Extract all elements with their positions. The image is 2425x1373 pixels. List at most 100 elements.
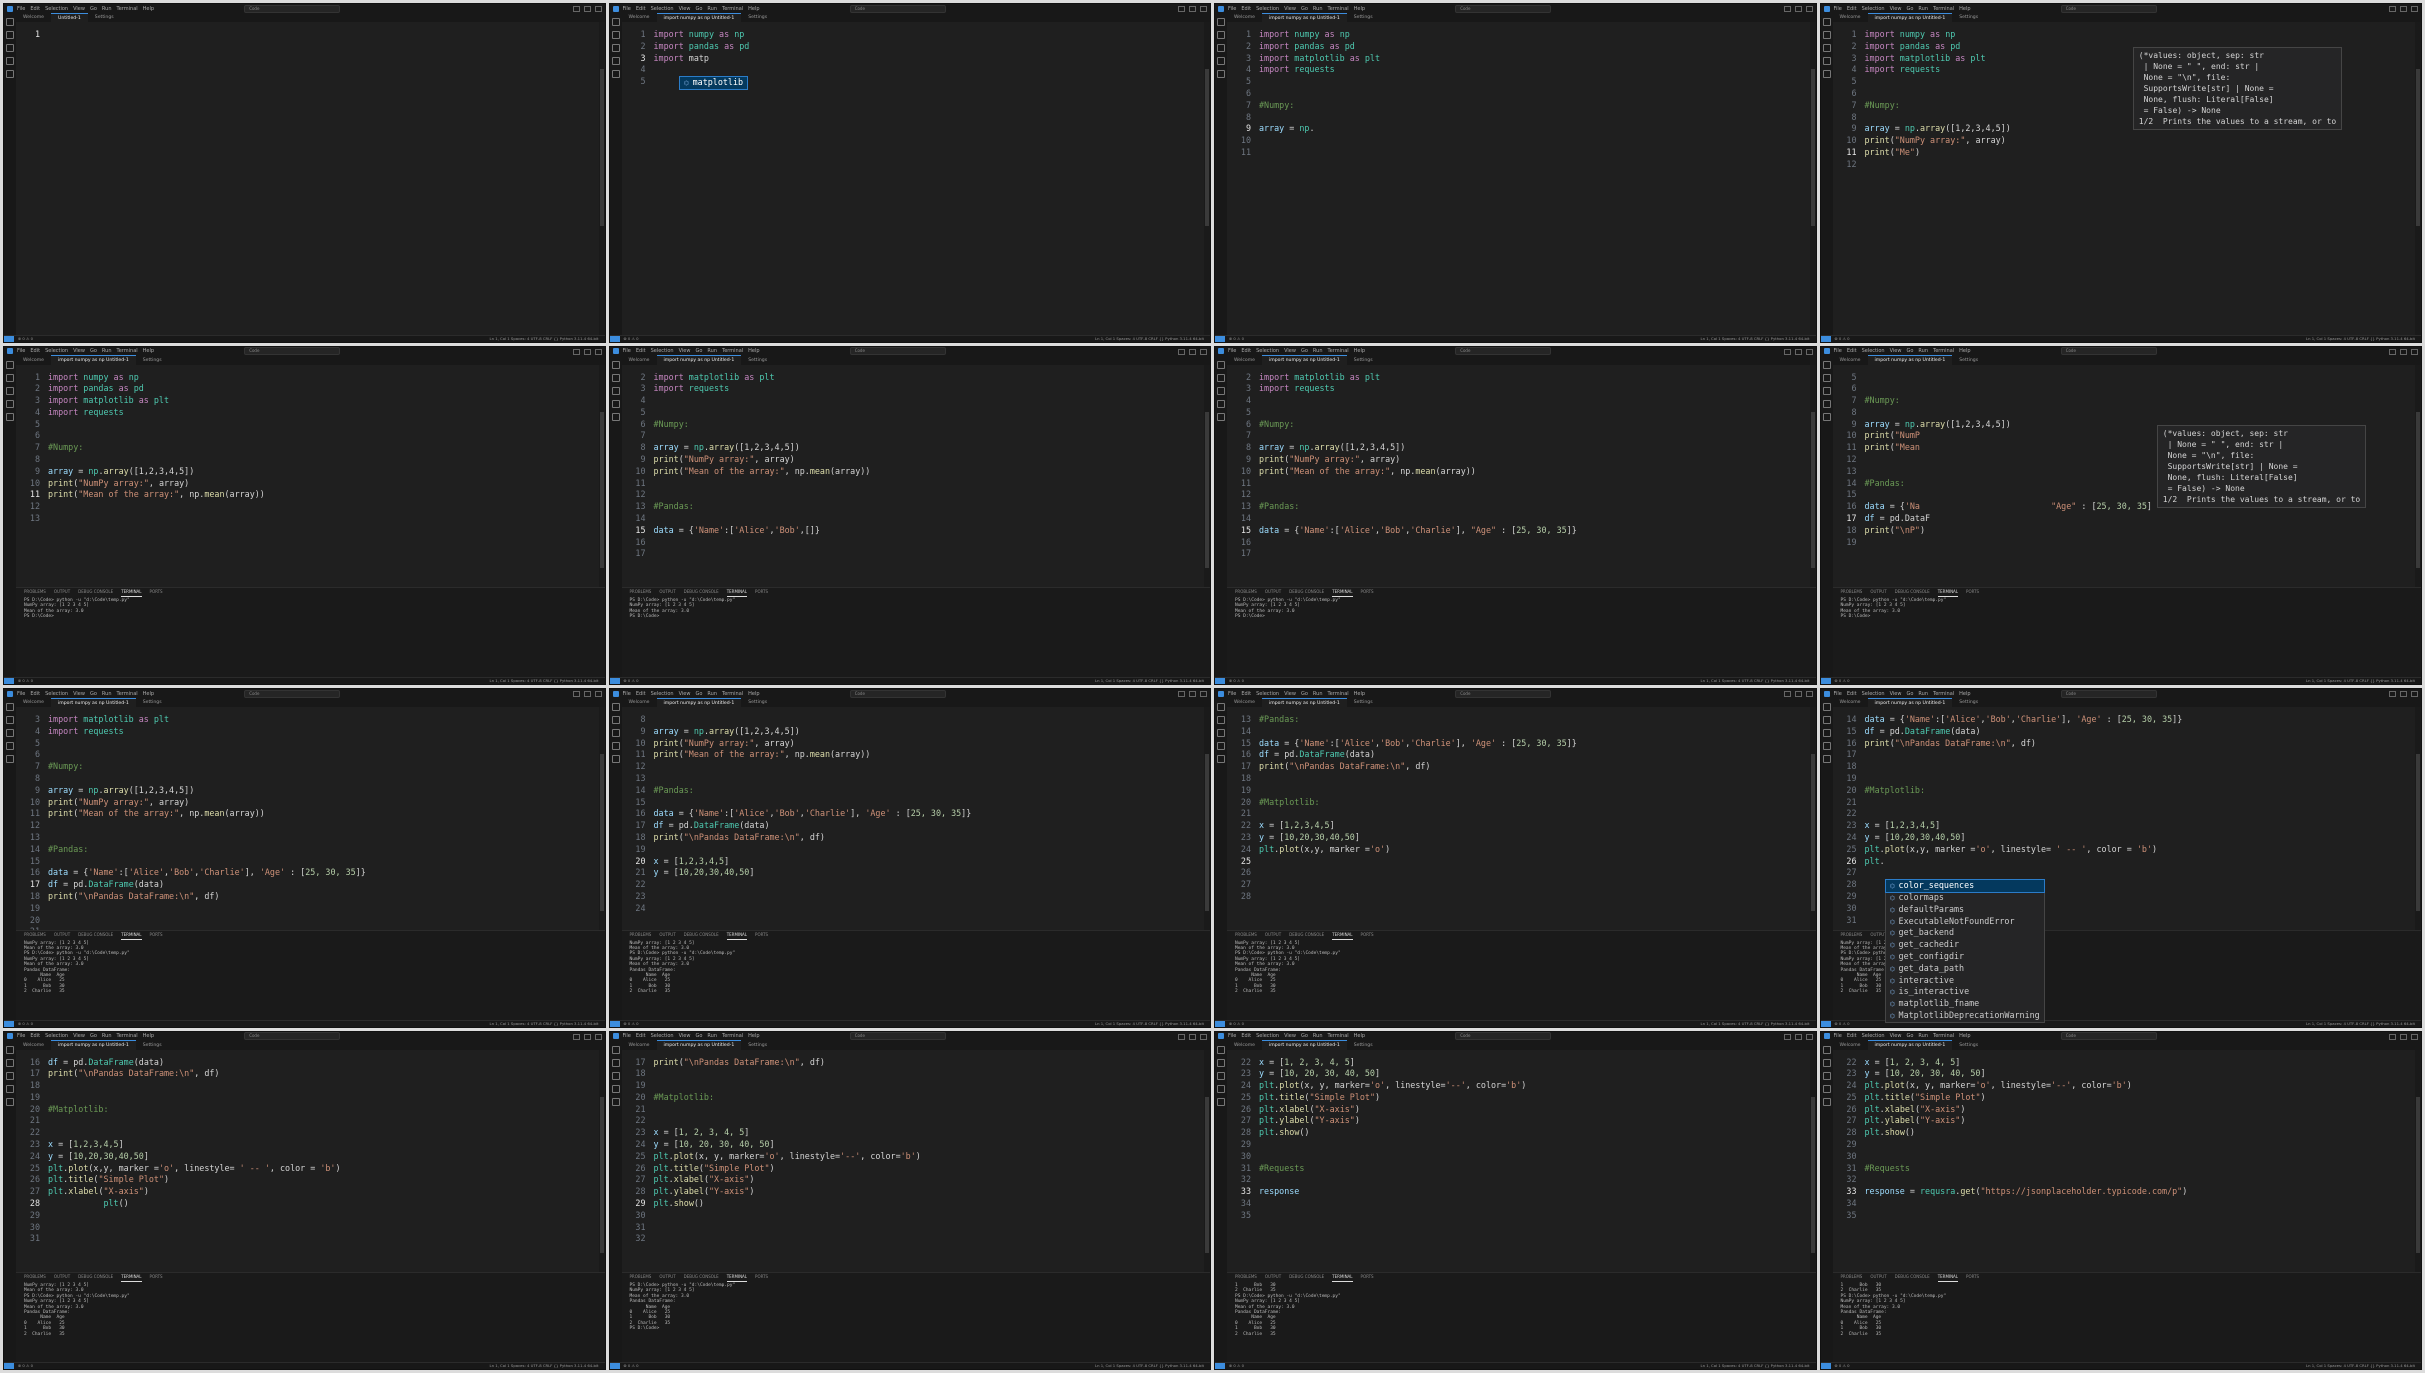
search-icon[interactable] [1217, 31, 1225, 39]
maximize-icon[interactable] [2400, 6, 2407, 12]
menu-item[interactable]: Go [1301, 1033, 1308, 1039]
editor-tab[interactable]: Welcome [16, 356, 51, 365]
editor-tab[interactable]: Settings [741, 1041, 774, 1050]
editor-tab[interactable]: Welcome [1833, 698, 1868, 707]
run-debug-icon[interactable] [6, 399, 14, 408]
suggestion-item[interactable]: get_cachedir [1886, 939, 2044, 951]
editor-tab[interactable]: Settings [136, 698, 169, 707]
menu-item[interactable]: Help [143, 6, 154, 12]
menu-item[interactable]: Edit [30, 1033, 40, 1039]
editor-tab[interactable]: import numpy as np Untitled-1 [656, 1040, 742, 1050]
menu-item[interactable]: Edit [30, 691, 40, 697]
menu-item[interactable]: Terminal [1328, 691, 1349, 697]
extensions-icon[interactable] [611, 70, 620, 78]
remote-indicator-icon[interactable] [609, 1363, 620, 1369]
panel-tab[interactable]: DEBUG CONSOLE [78, 932, 113, 940]
panel-tab[interactable]: DEBUG CONSOLE [1895, 1274, 1930, 1282]
run-debug-icon[interactable] [1822, 742, 1831, 750]
menu-item[interactable]: Run [102, 1033, 112, 1039]
scrollbar-thumb[interactable] [2416, 1096, 2420, 1254]
minimize-icon[interactable] [2389, 1033, 2396, 1040]
editor-tab[interactable]: import numpy as np Untitled-1 [1867, 1040, 1953, 1050]
run-debug-icon[interactable] [611, 57, 620, 65]
command-center[interactable]: Code [849, 689, 946, 698]
menu-item[interactable]: Run [707, 348, 717, 354]
suggestion-item[interactable]: matplotlib_fname [1886, 998, 2044, 1010]
remote-indicator-icon[interactable] [1820, 1363, 1831, 1369]
menu-item[interactable]: Go [90, 691, 97, 697]
menu-item[interactable]: Edit [636, 1033, 646, 1039]
minimize-icon[interactable] [2389, 348, 2396, 355]
run-debug-icon[interactable] [1217, 742, 1225, 750]
run-debug-icon[interactable] [611, 742, 620, 750]
menu-item[interactable]: Terminal [117, 348, 138, 354]
panel-tab[interactable]: OUTPUT [54, 589, 70, 597]
explorer-icon[interactable] [611, 360, 620, 369]
explorer-icon[interactable] [1217, 360, 1225, 369]
menu-item[interactable]: File [17, 6, 25, 12]
close-icon[interactable] [1200, 691, 1207, 697]
panel-tab[interactable]: PROBLEMS [1841, 1274, 1863, 1282]
status-left[interactable]: ⊗ 0 ⚠ 0 [18, 678, 33, 684]
status-left[interactable]: ⊗ 0 ⚠ 0 [624, 336, 639, 342]
extensions-icon[interactable] [6, 412, 14, 421]
editor-tab[interactable]: Welcome [1227, 356, 1262, 365]
code-editor[interactable]: 1 import numpy as np 2 import pandas as pd 3… [622, 22, 1205, 336]
menu-item[interactable]: Selection [45, 1033, 68, 1039]
command-center[interactable]: Code [1455, 1032, 1552, 1040]
editor-tab[interactable]: Settings [1952, 1041, 1985, 1050]
search-icon[interactable] [1822, 716, 1831, 724]
panel-tab[interactable]: PROBLEMS [1235, 589, 1257, 597]
menu-item[interactable]: File [1228, 6, 1236, 12]
source-control-icon[interactable] [611, 386, 620, 395]
status-left[interactable]: ⊗ 0 ⚠ 0 [1229, 1021, 1244, 1027]
panel-tab[interactable]: TERMINAL [726, 932, 748, 940]
editor-tab[interactable]: Welcome [1833, 13, 1868, 22]
maximize-icon[interactable] [583, 1033, 591, 1040]
panel-tab[interactable]: OUTPUT [1265, 932, 1281, 940]
menu-item[interactable]: Terminal [722, 348, 743, 354]
terminal-panel[interactable]: PROBLEMSOUTPUTDEBUG CONSOLETERMINALPORTS… [1227, 1272, 1816, 1363]
close-icon[interactable] [594, 6, 602, 12]
source-control-icon[interactable] [1822, 1071, 1831, 1080]
menu-item[interactable]: File [623, 691, 631, 697]
minimize-icon[interactable] [572, 348, 580, 355]
panel-tab[interactable]: PORTS [755, 932, 768, 940]
panel-tab[interactable]: DEBUG CONSOLE [684, 932, 719, 940]
menu-item[interactable]: Help [1959, 6, 1970, 12]
search-icon[interactable] [611, 1058, 620, 1067]
source-control-icon[interactable] [611, 1071, 620, 1080]
terminal-panel[interactable]: PROBLEMSOUTPUTDEBUG CONSOLETERMINALPORTS… [1832, 1272, 2421, 1363]
menu-item[interactable]: Go [1906, 1033, 1913, 1039]
menu-item[interactable]: Help [1959, 691, 1970, 697]
editor-tab[interactable]: import numpy as np Untitled-1 [51, 697, 136, 708]
extensions-icon[interactable] [1217, 755, 1225, 763]
remote-indicator-icon[interactable] [609, 335, 620, 342]
extensions-icon[interactable] [1822, 755, 1831, 763]
terminal-panel[interactable]: PROBLEMSOUTPUTDEBUG CONSOLETERMINALPORTS… [1227, 587, 1816, 678]
menu-item[interactable]: Run [1918, 6, 1928, 12]
explorer-icon[interactable] [1822, 360, 1831, 369]
status-right[interactable]: Ln 1, Col 1 Spaces: 4 UTF-8 CRLF {} Pyth… [1095, 678, 1204, 684]
editor-tab[interactable]: Settings [1347, 698, 1380, 707]
scrollbar-thumb[interactable] [599, 1096, 604, 1254]
source-control-icon[interactable] [6, 44, 14, 52]
minimize-icon[interactable] [1178, 348, 1185, 355]
panel-tab[interactable]: PORTS [150, 932, 163, 940]
remote-indicator-icon[interactable] [1215, 1020, 1225, 1027]
maximize-icon[interactable] [1794, 348, 1802, 355]
status-right[interactable]: Ln 1, Col 1 Spaces: 4 UTF-8 CRLF {} Pyth… [1701, 678, 1810, 684]
command-center[interactable]: Code [1455, 347, 1552, 355]
menu-item[interactable]: Selection [1862, 6, 1885, 12]
panel-tab[interactable]: TERMINAL [1937, 1274, 1959, 1282]
explorer-icon[interactable] [1822, 703, 1831, 711]
menu-item[interactable]: File [623, 1033, 631, 1039]
editor-tab[interactable]: import numpy as np Untitled-1 [1867, 697, 1953, 708]
menu-item[interactable]: Run [102, 348, 112, 354]
source-control-icon[interactable] [1822, 729, 1831, 737]
menu-item[interactable]: Selection [45, 691, 68, 697]
close-icon[interactable] [1200, 1033, 1207, 1040]
menu-item[interactable]: View [1284, 691, 1296, 697]
panel-tab[interactable]: OUTPUT [1265, 589, 1281, 597]
menu-item[interactable]: File [17, 691, 25, 697]
